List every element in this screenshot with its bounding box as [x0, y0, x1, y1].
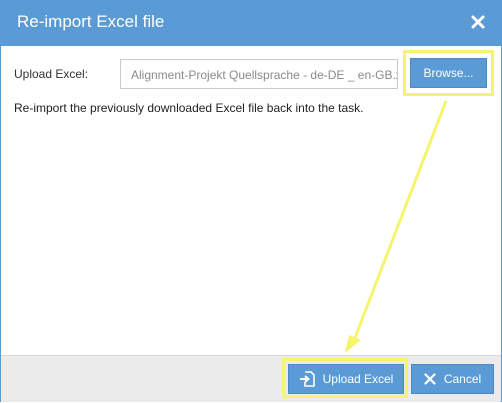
upload-excel-button[interactable]: Upload Excel: [288, 364, 404, 394]
cancel-button[interactable]: Cancel: [411, 364, 494, 394]
dialog-title: Re-import Excel file: [17, 12, 165, 31]
description-text: Re-import the previously downloaded Exce…: [14, 101, 364, 115]
upload-excel-button-label: Upload Excel: [322, 372, 394, 386]
close-icon: [424, 373, 436, 385]
file-path-input[interactable]: Alignment-Projekt Quellsprache - de-DE _…: [120, 59, 398, 89]
browse-button[interactable]: Browse...: [410, 58, 487, 88]
reimport-dialog: Re-import Excel file Upload Excel: Align…: [0, 0, 502, 402]
close-icon[interactable]: [469, 13, 487, 31]
upload-excel-label: Upload Excel:: [14, 67, 89, 81]
cancel-button-label: Cancel: [443, 372, 482, 386]
dialog-titlebar: Re-import Excel file: [1, 1, 501, 46]
upload-file-icon: [299, 371, 315, 387]
